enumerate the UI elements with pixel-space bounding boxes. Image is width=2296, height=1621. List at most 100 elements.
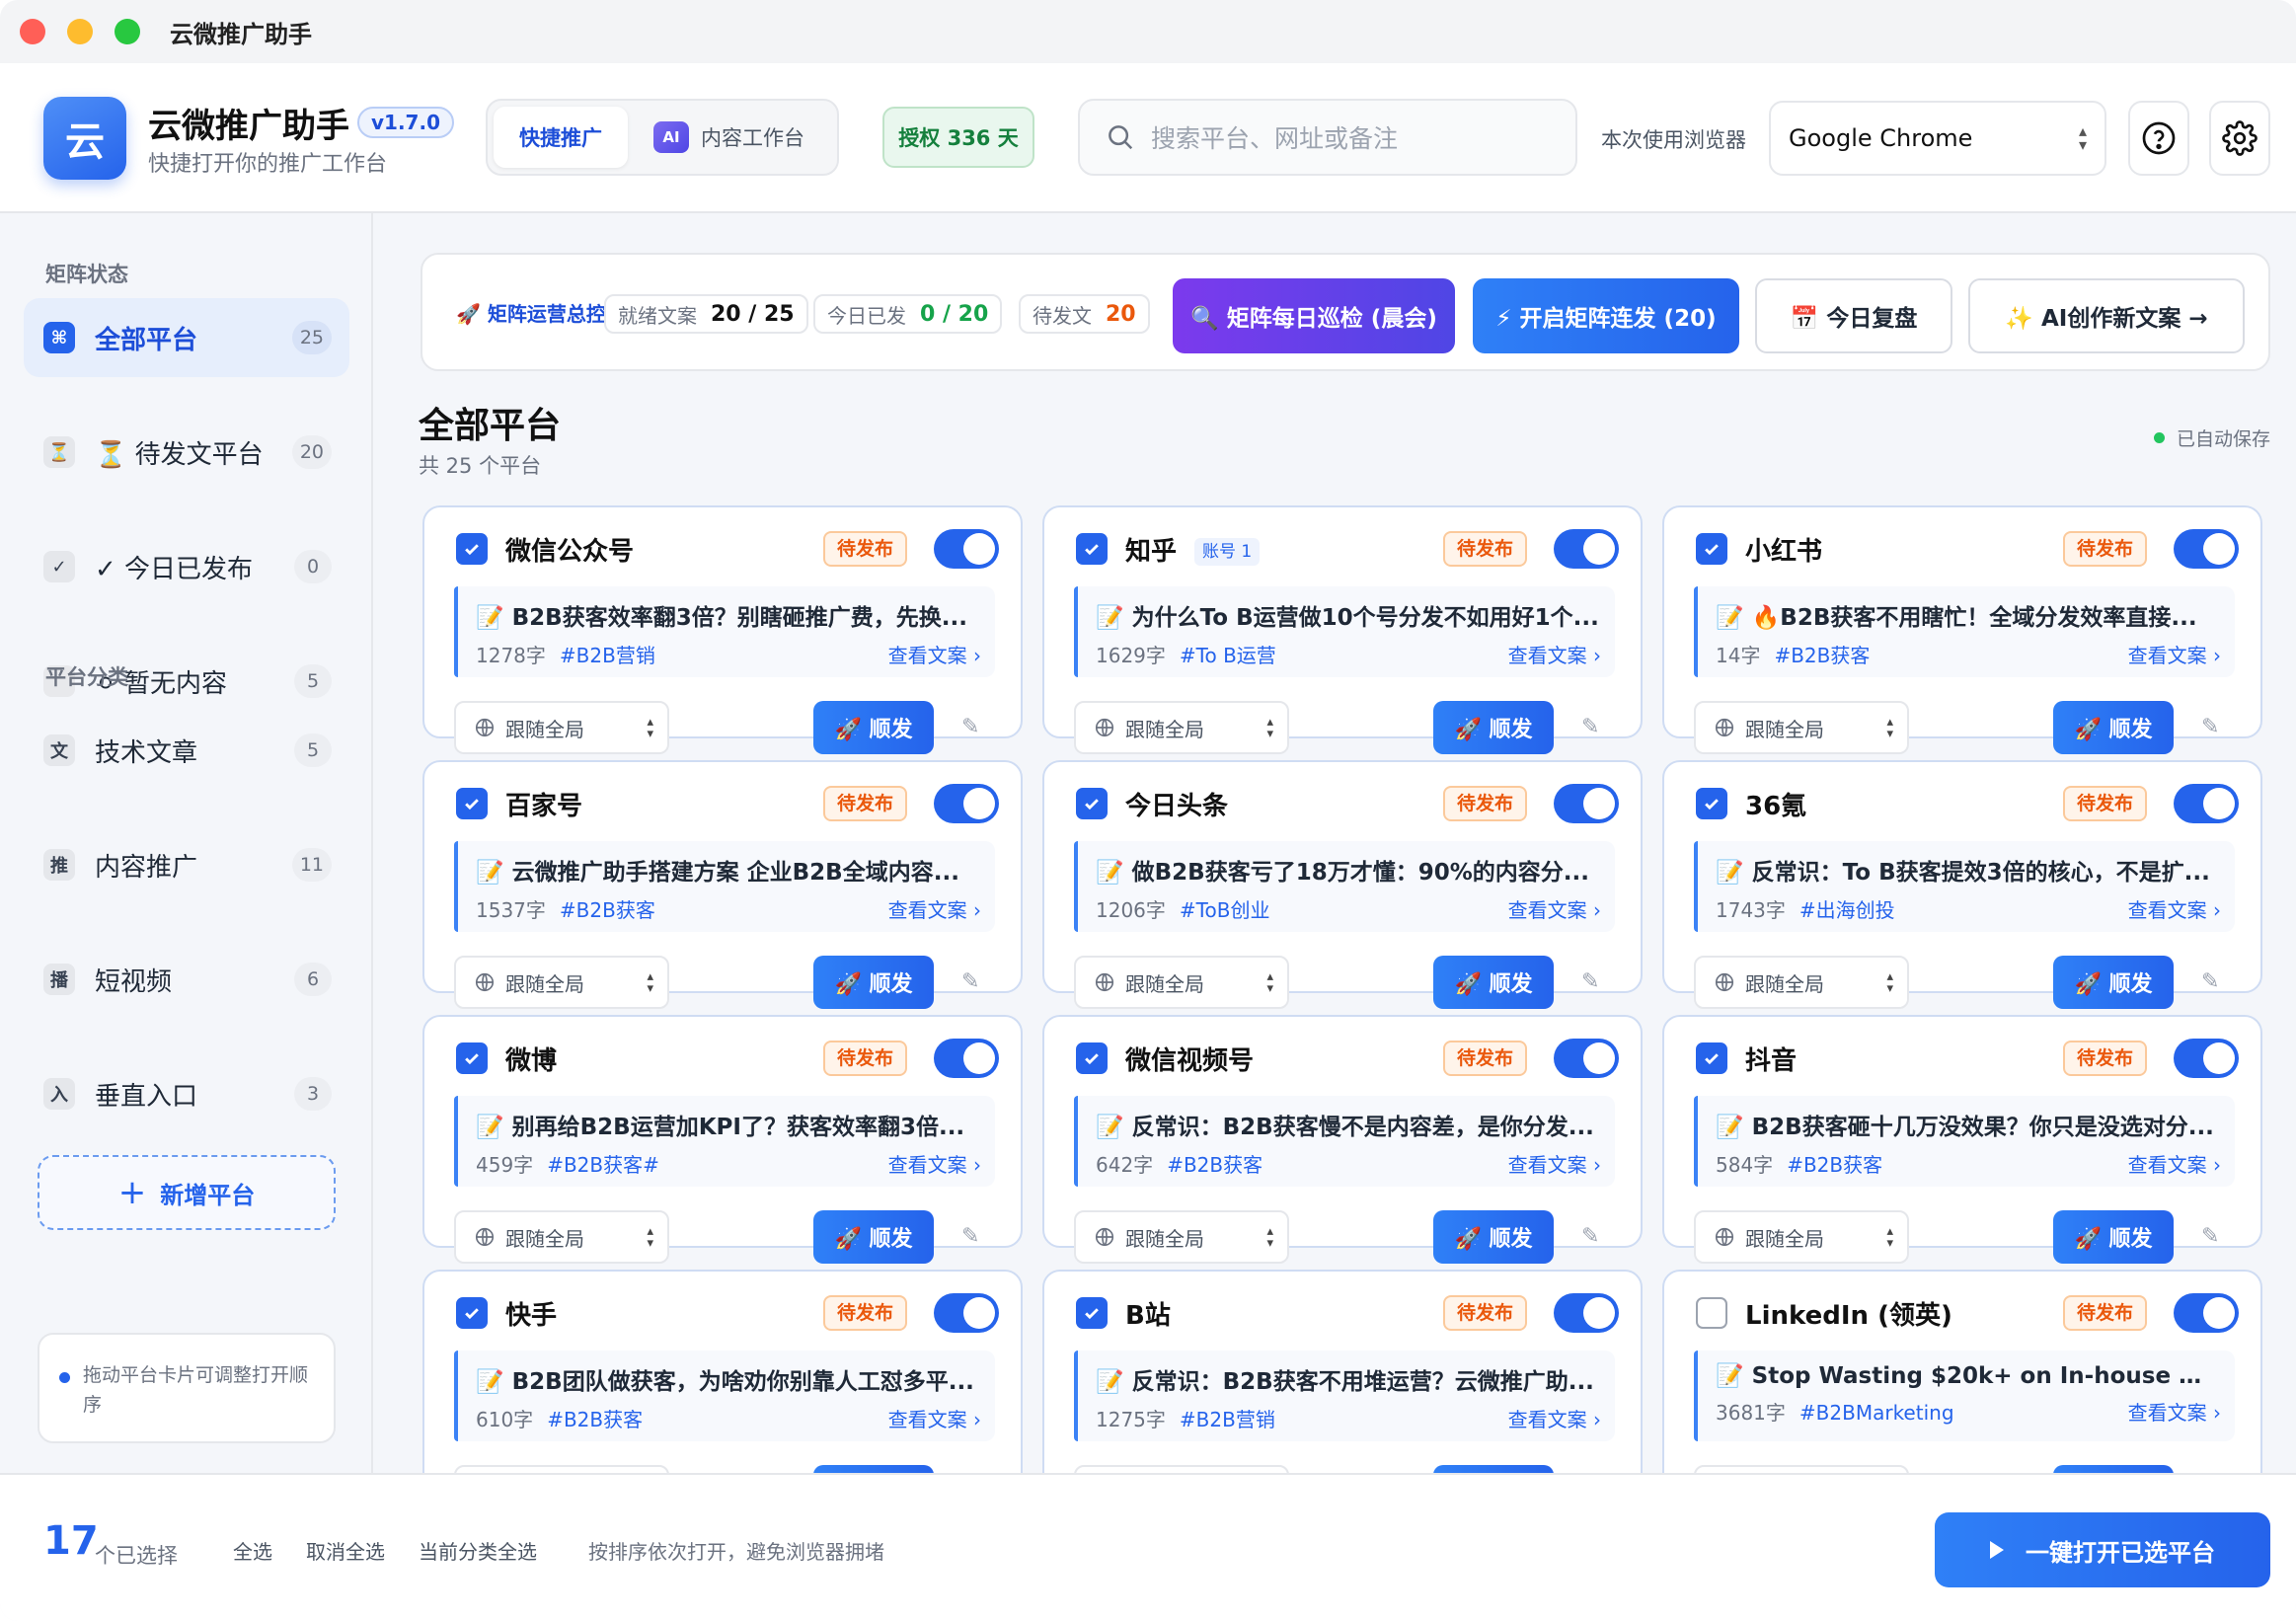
browser-follow-select[interactable]: 跟随全局▴▾ xyxy=(1074,1465,1289,1473)
publish-button[interactable]: 🚀 顺发 xyxy=(813,1210,934,1264)
auto-open-toggle[interactable] xyxy=(1554,1039,1619,1078)
view-copy-link[interactable]: 查看文案 › xyxy=(1508,1149,1601,1178)
platform-checkbox[interactable] xyxy=(1696,788,1727,819)
view-copy-link[interactable]: 查看文案 › xyxy=(1508,1404,1601,1432)
sidebar-item-published-today[interactable]: ✓ ✓ 今日已发布 0 xyxy=(24,527,349,606)
platform-name-text: 微信视频号 xyxy=(1125,1046,1255,1076)
tab-content-workbench[interactable]: AI 内容工作台 xyxy=(653,107,804,168)
platform-checkbox[interactable] xyxy=(456,788,488,819)
browser-follow-select[interactable]: 跟随全局▴▾ xyxy=(1694,956,1909,1009)
edit-icon[interactable]: ✎ xyxy=(961,969,979,994)
sidebar-item-all[interactable]: ⌘ 全部平台 25 xyxy=(24,298,349,377)
auto-open-toggle[interactable] xyxy=(1554,784,1619,823)
view-copy-link[interactable]: 查看文案 › xyxy=(888,640,981,668)
tab-quick-promotion[interactable]: 快捷推广 xyxy=(494,107,628,168)
auto-open-toggle[interactable] xyxy=(2174,784,2239,823)
zoom-window-button[interactable] xyxy=(115,19,140,44)
platform-checkbox[interactable] xyxy=(1076,788,1108,819)
add-platform-label: 新增平台 xyxy=(160,1181,256,1209)
view-copy-link[interactable]: 查看文案 › xyxy=(888,1404,981,1432)
edit-icon[interactable]: ✎ xyxy=(2201,1224,2219,1249)
publish-button[interactable]: 🚀 顺发 xyxy=(1433,1210,1554,1264)
browser-follow-select[interactable]: 跟随全局▴▾ xyxy=(454,956,669,1009)
publish-button[interactable]: 🚀 顺发 xyxy=(2053,1210,2174,1264)
daily-review-button[interactable]: 📅 今日复盘 xyxy=(1755,278,1952,353)
view-copy-link[interactable]: 查看文案 › xyxy=(2128,640,2221,668)
sidebar-item-pending[interactable]: ⏳ ⏳ 待发文平台 20 xyxy=(24,413,349,492)
platform-checkbox[interactable] xyxy=(1696,533,1727,565)
edit-icon[interactable]: ✎ xyxy=(1581,1224,1599,1249)
auto-open-toggle[interactable] xyxy=(1554,529,1619,569)
browser-follow-select[interactable]: 跟随全局▴▾ xyxy=(454,1210,669,1264)
deselect-all-link[interactable]: 取消全选 xyxy=(306,1536,385,1565)
edit-icon[interactable]: ✎ xyxy=(961,715,979,739)
view-copy-link[interactable]: 查看文案 › xyxy=(1508,640,1601,668)
auto-open-toggle[interactable] xyxy=(2174,529,2239,569)
sidebar-item-short-video[interactable]: 播短视频 6 xyxy=(24,940,349,1019)
auto-open-toggle[interactable] xyxy=(934,1293,999,1333)
edit-icon[interactable]: ✎ xyxy=(2201,715,2219,739)
help-button[interactable] xyxy=(2128,101,2189,176)
select-category-link[interactable]: 当前分类全选 xyxy=(419,1536,537,1565)
publish-button[interactable]: 🚀 顺发 xyxy=(1433,956,1554,1009)
auto-open-toggle[interactable] xyxy=(2174,1039,2239,1078)
view-copy-link[interactable]: 查看文案 › xyxy=(1508,894,1601,923)
publish-button[interactable]: 🚀 顺发 xyxy=(813,1465,934,1473)
sidebar-item-vertical-entry[interactable]: 入垂直入口 3 xyxy=(24,1054,349,1133)
publish-button[interactable]: 🚀 顺发 xyxy=(1433,1465,1554,1473)
close-window-button[interactable] xyxy=(20,19,45,44)
select-all-link[interactable]: 全选 xyxy=(233,1536,272,1565)
edit-icon[interactable]: ✎ xyxy=(1581,715,1599,739)
browser-follow-select[interactable]: 跟随全局▴▾ xyxy=(1694,1210,1909,1264)
auto-open-toggle[interactable] xyxy=(2174,1293,2239,1333)
browser-follow-select[interactable]: 跟随全局▴▾ xyxy=(1694,1465,1909,1473)
sidebar-item-count: 25 xyxy=(291,321,332,354)
batch-publish-button[interactable]: ⚡ 开启矩阵连发 (20) xyxy=(1473,278,1739,353)
edit-icon[interactable]: ✎ xyxy=(961,1224,979,1249)
check-icon xyxy=(1705,1053,1719,1065)
browser-select[interactable]: Google Chrome ▴ ▾ xyxy=(1769,101,2106,176)
article-tag: #B2B营销 xyxy=(559,644,655,667)
browser-follow-select[interactable]: 跟随全局▴▾ xyxy=(1694,701,1909,754)
browser-follow-select[interactable]: 跟随全局▴▾ xyxy=(1074,1210,1289,1264)
ai-create-button[interactable]: ✨ AI创作新文案 → xyxy=(1968,278,2245,353)
publish-button[interactable]: 🚀 顺发 xyxy=(2053,956,2174,1009)
edit-icon[interactable]: ✎ xyxy=(2201,969,2219,994)
platform-checkbox[interactable] xyxy=(1076,1297,1108,1329)
settings-button[interactable] xyxy=(2209,101,2270,176)
platform-checkbox[interactable] xyxy=(456,533,488,565)
auto-open-toggle[interactable] xyxy=(934,1039,999,1078)
daily-patrol-button[interactable]: 🔍 矩阵每日巡检 (晨会) xyxy=(1173,278,1455,353)
publish-button[interactable]: 🚀 顺发 xyxy=(2053,701,2174,754)
publish-button[interactable]: 🚀 顺发 xyxy=(813,701,934,754)
auto-open-toggle[interactable] xyxy=(934,529,999,569)
publish-button[interactable]: 🚀 顺发 xyxy=(2053,1465,2174,1473)
view-copy-link[interactable]: 查看文案 › xyxy=(888,894,981,923)
minimize-window-button[interactable] xyxy=(67,19,93,44)
open-selected-button[interactable]: 一键打开已选平台 xyxy=(1935,1512,2270,1587)
browser-follow-select[interactable]: 跟随全局▴▾ xyxy=(454,701,669,754)
platform-checkbox[interactable] xyxy=(1076,533,1108,565)
view-copy-link[interactable]: 查看文案 › xyxy=(2128,1149,2221,1178)
sidebar-item-content-promo[interactable]: 推内容推广 11 xyxy=(24,825,349,904)
platform-checkbox[interactable] xyxy=(1696,1297,1727,1329)
publish-button[interactable]: 🚀 顺发 xyxy=(813,956,934,1009)
category-icon: 播 xyxy=(43,964,75,995)
add-platform-button[interactable]: + 新增平台 xyxy=(38,1155,336,1230)
auto-open-toggle[interactable] xyxy=(1554,1293,1619,1333)
platform-checkbox[interactable] xyxy=(456,1042,488,1074)
platform-checkbox[interactable] xyxy=(456,1297,488,1329)
sidebar-item-tech-articles[interactable]: 文技术文章 5 xyxy=(24,711,349,790)
publish-button[interactable]: 🚀 顺发 xyxy=(1433,701,1554,754)
view-copy-link[interactable]: 查看文案 › xyxy=(2128,1397,2221,1426)
browser-follow-select[interactable]: 跟随全局▴▾ xyxy=(1074,956,1289,1009)
edit-icon[interactable]: ✎ xyxy=(1581,969,1599,994)
browser-follow-select[interactable]: 跟随全局▴▾ xyxy=(454,1465,669,1473)
view-copy-link[interactable]: 查看文案 › xyxy=(888,1149,981,1178)
platform-checkbox[interactable] xyxy=(1076,1042,1108,1074)
platform-checkbox[interactable] xyxy=(1696,1042,1727,1074)
search-input[interactable]: 搜索平台、网址或备注 xyxy=(1078,99,1577,176)
browser-follow-select[interactable]: 跟随全局▴▾ xyxy=(1074,701,1289,754)
view-copy-link[interactable]: 查看文案 › xyxy=(2128,894,2221,923)
auto-open-toggle[interactable] xyxy=(934,784,999,823)
